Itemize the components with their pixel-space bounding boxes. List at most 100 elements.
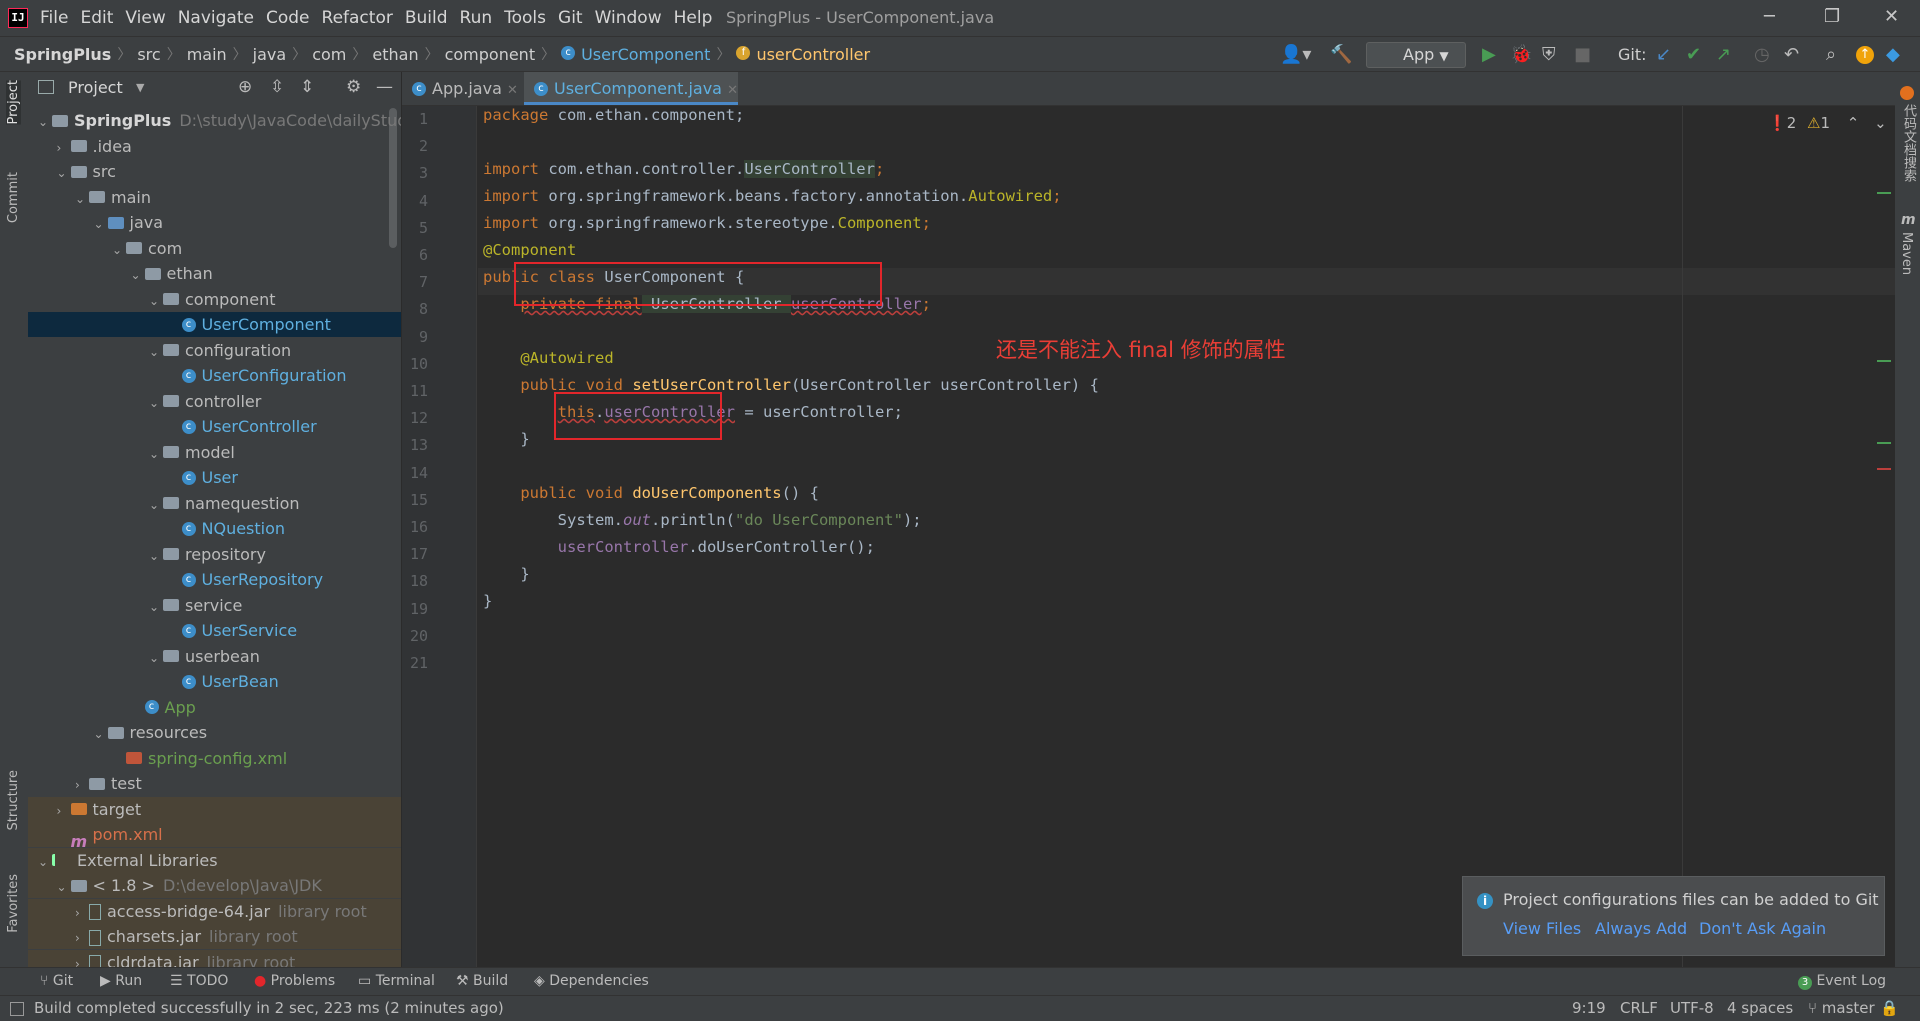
toggle-tool-windows-icon[interactable]: [10, 1002, 24, 1016]
inspection-widget[interactable]: ❗2 ⚠1 ⌃ ⌄: [1768, 114, 1887, 132]
crumb-java[interactable]: java: [253, 45, 287, 64]
tree-item[interactable]: › access-bridge-64.jar library root: [28, 898, 401, 926]
commit-tool-tab[interactable]: Commit: [6, 172, 21, 223]
crumb-com[interactable]: com: [312, 45, 346, 64]
tree-item[interactable]: ⌄ configuration: [28, 338, 401, 365]
tree-item[interactable]: ⌄ External Libraries: [28, 847, 401, 875]
chevron-down-icon[interactable]: ⌄: [149, 595, 163, 620]
menu-git[interactable]: Git: [552, 8, 589, 28]
lock-icon[interactable]: 🔒: [1880, 999, 1899, 1017]
crumb-class[interactable]: UserComponent: [581, 45, 710, 64]
menu-window[interactable]: Window: [589, 8, 668, 28]
debug-icon[interactable]: 🐞: [1510, 44, 1532, 65]
chevron-down-icon[interactable]: ⌄: [131, 263, 145, 288]
tree-item[interactable]: › test: [28, 771, 401, 798]
stop-icon[interactable]: ■: [1574, 44, 1591, 65]
rollback-icon[interactable]: ↶: [1784, 44, 1799, 65]
tree-item[interactable]: ⌄ model: [28, 440, 401, 467]
tree-item[interactable]: ⌄ service: [28, 593, 401, 620]
close-tab-icon[interactable]: ✕: [727, 83, 738, 98]
tree-item[interactable]: ⌄ resources: [28, 720, 401, 747]
plugin-tool-tab[interactable]: 代码文档搜索: [1899, 104, 1918, 182]
tree-item[interactable]: c UserConfiguration: [28, 363, 401, 388]
chevron-right-icon[interactable]: ›: [75, 901, 89, 926]
chevron-down-icon[interactable]: ⌄: [94, 722, 108, 747]
crumb-ethan[interactable]: ethan: [372, 45, 418, 64]
git-update-icon[interactable]: ↙: [1656, 44, 1671, 65]
view-files-link[interactable]: View Files: [1503, 919, 1581, 938]
crumb-field[interactable]: userController: [756, 45, 870, 64]
problems-tool-button[interactable]: ● Problems: [254, 973, 335, 989]
maven-tool-tab[interactable]: Maven: [1899, 232, 1914, 275]
tree-item[interactable]: ⌄ com: [28, 236, 401, 263]
chevron-down-icon[interactable]: ⌄: [149, 289, 163, 314]
chevron-right-icon[interactable]: ›: [75, 773, 89, 798]
chevron-right-icon[interactable]: ›: [75, 926, 89, 951]
chevron-down-icon[interactable]: ⌄: [149, 442, 163, 467]
menu-help[interactable]: Help: [668, 8, 719, 28]
tree-item[interactable]: c UserService: [28, 618, 401, 643]
tree-item[interactable]: c UserBean: [28, 669, 401, 694]
chevron-down-icon[interactable]: ▼: [136, 81, 144, 94]
menu-run[interactable]: Run: [454, 8, 499, 28]
chevron-down-icon[interactable]: ⌄: [38, 850, 52, 875]
always-add-link[interactable]: Always Add: [1595, 919, 1687, 938]
collapse-all-icon[interactable]: ⇕: [300, 77, 314, 97]
tree-item[interactable]: ⌄ namequestion: [28, 491, 401, 516]
tree-item[interactable]: ⌄ SpringPlus D:\study\JavaCode\dailyStudy\…: [28, 108, 401, 133]
crumb-src[interactable]: src: [137, 45, 160, 64]
tree-item[interactable]: ⌄ component: [28, 287, 401, 314]
panel-title[interactable]: Project: [68, 78, 123, 97]
chevron-down-icon[interactable]: ⌄: [149, 340, 163, 365]
chevron-down-icon[interactable]: ⌄: [94, 212, 108, 237]
tree-item[interactable]: c NQuestion: [28, 516, 401, 541]
tree-item[interactable]: ⌄ < 1.8 > D:\develop\Java\JDK: [28, 873, 401, 898]
minimize-icon[interactable]: ─: [1764, 6, 1775, 27]
menu-view[interactable]: View: [119, 8, 171, 28]
menu-file[interactable]: File: [34, 8, 74, 28]
locate-icon[interactable]: ⊕: [238, 77, 252, 97]
tree-item[interactable]: ⌄ java: [28, 210, 401, 237]
user-icon[interactable]: 👤▾: [1280, 44, 1311, 65]
chevron-right-icon[interactable]: ›: [57, 799, 71, 824]
close-tab-icon[interactable]: ✕: [507, 83, 518, 98]
plugin-icon[interactable]: ◆: [1886, 44, 1900, 65]
menu-navigate[interactable]: Navigate: [172, 8, 260, 28]
run-tool-button[interactable]: ▶ Run: [100, 973, 142, 989]
git-push-icon[interactable]: ↗: [1716, 44, 1731, 65]
tree-item[interactable]: c UserComponent: [28, 312, 401, 337]
gear-icon[interactable]: ⚙: [346, 77, 361, 97]
dependencies-tool-button[interactable]: ◈ Dependencies: [534, 973, 649, 989]
tree-item[interactable]: spring-config.xml: [28, 746, 401, 771]
file-encoding[interactable]: UTF-8: [1670, 999, 1714, 1017]
indent-setting[interactable]: 4 spaces: [1727, 999, 1793, 1017]
update-icon[interactable]: ↑: [1856, 46, 1874, 64]
menu-edit[interactable]: Edit: [74, 8, 119, 28]
chevron-down-icon[interactable]: ⌄: [112, 238, 126, 263]
plugin-search-icon[interactable]: [1900, 86, 1914, 100]
dont-ask-again-link[interactable]: Don't Ask Again: [1699, 919, 1826, 938]
line-separator[interactable]: CRLF: [1620, 999, 1658, 1017]
crumb-project[interactable]: SpringPlus: [14, 45, 111, 64]
chevron-right-icon[interactable]: ›: [57, 136, 71, 161]
chevron-right-icon[interactable]: ›: [75, 952, 89, 968]
chevron-down-icon[interactable]: ⌄: [149, 646, 163, 671]
chevron-down-icon[interactable]: ⌄: [149, 544, 163, 569]
expand-all-icon[interactable]: ⇳: [270, 77, 284, 97]
chevron-down-icon[interactable]: ⌄: [75, 187, 89, 212]
crumb-main[interactable]: main: [187, 45, 227, 64]
tree-item[interactable]: › .idea: [28, 134, 401, 161]
todo-tool-button[interactable]: ☰ TODO: [170, 973, 228, 989]
chevron-down-icon[interactable]: ⌄: [57, 161, 71, 186]
tree-item[interactable]: › cldrdata.jar library root: [28, 949, 401, 968]
tree-item[interactable]: ⌄ controller: [28, 389, 401, 414]
run-config-select[interactable]: App ▼: [1366, 42, 1466, 68]
caret-position[interactable]: 9:19: [1572, 999, 1606, 1017]
hide-icon[interactable]: —: [376, 77, 393, 97]
git-tool-button[interactable]: ⑂ Git: [40, 973, 73, 989]
tree-item[interactable]: › target: [28, 796, 401, 824]
tab-app-java[interactable]: c App.java ✕: [402, 72, 530, 105]
tree-item[interactable]: c App: [28, 695, 401, 720]
project-tool-tab[interactable]: Project: [6, 80, 21, 125]
build-hammer-icon[interactable]: 🔨: [1330, 44, 1352, 65]
